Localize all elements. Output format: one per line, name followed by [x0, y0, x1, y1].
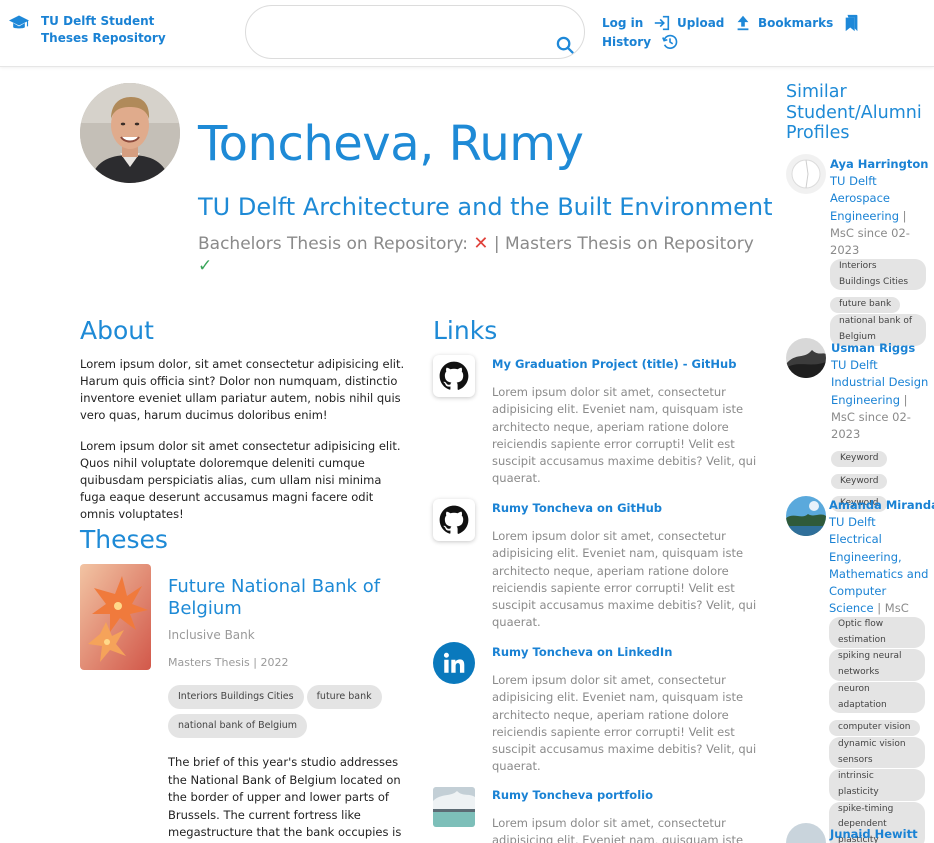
upload-icon [737, 15, 749, 31]
tag-chip[interactable]: Optic flow estimation [829, 617, 925, 649]
thesis-meta: Masters Thesis | 2022 [168, 656, 289, 669]
upload-link[interactable]: Upload [677, 14, 752, 32]
tag-chip[interactable]: future bank [306, 685, 382, 709]
login-link[interactable]: Log in [602, 14, 671, 32]
tag-chip[interactable]: Interiors Buildings Cities [830, 259, 926, 291]
similar-profile-dept[interactable]: TU Delft Aerospace Engineering [830, 174, 899, 223]
portfolio-thumbnail[interactable] [433, 787, 475, 827]
similar-profile-name[interactable]: Junaid Hewitt [830, 827, 918, 841]
brand-title: TU Delft Student Theses Repository [41, 14, 166, 45]
about-paragraph-2: Lorem ipsum dolor sit amet consectetur a… [80, 439, 401, 521]
similar-profile-name[interactable]: Usman Riggs [831, 341, 915, 355]
linkedin-icon[interactable] [433, 642, 475, 684]
tag-chip[interactable]: Keyword [831, 451, 888, 467]
history-label: History [602, 35, 652, 49]
similar-avatar[interactable] [786, 823, 826, 843]
similar-profile-info: TU Delft Industrial Design Engineering |… [831, 357, 931, 443]
search-box[interactable] [245, 5, 585, 59]
tag-chip[interactable]: computer vision [829, 720, 920, 736]
tag-chip[interactable]: Interiors Buildings Cities [168, 685, 304, 709]
status-separator: | [493, 234, 500, 254]
cross-icon: ✕ [473, 233, 489, 254]
thesis-subtitle: Inclusive Bank [168, 628, 255, 642]
similar-profile-tags: Interiors Buildings Cities future bank n… [830, 259, 926, 347]
similar-profile-name[interactable]: Aya Harrington [830, 157, 928, 171]
similar-profile-dept[interactable]: TU Delft Industrial Design Engineering [831, 358, 928, 407]
login-label: Log in [602, 16, 644, 30]
bookmark-icon [845, 14, 858, 32]
similar-avatar[interactable] [786, 496, 826, 536]
tag-chip[interactable]: Keyword [831, 473, 888, 490]
tag-chip[interactable]: spiking neural networks [829, 649, 925, 681]
bookmarks-link[interactable]: Bookmarks [758, 14, 861, 32]
similar-profiles-heading: Similar Student/Alumni Profiles [786, 82, 922, 143]
similar-avatar[interactable] [786, 154, 826, 194]
tag-chip[interactable]: neuron adaptation [829, 681, 925, 714]
upload-label: Upload [677, 16, 725, 30]
search-icon[interactable] [556, 36, 576, 56]
masters-thesis-label: Masters Thesis on Repository [505, 234, 754, 254]
history-link[interactable]: History [602, 33, 679, 51]
search-input[interactable] [264, 20, 544, 44]
link-title[interactable]: Rumy Toncheva on LinkedIn [492, 645, 672, 659]
links-heading: Links [433, 316, 498, 345]
bookmarks-label: Bookmarks [758, 16, 834, 30]
thesis-description: The brief of this year's studio addresse… [168, 755, 402, 843]
profile-avatar [80, 83, 180, 183]
github-icon[interactable] [433, 355, 475, 397]
thesis-tags: Interiors Buildings Cities future bank nat… [168, 684, 408, 742]
tag-chip[interactable]: dynamic vision sensors [829, 736, 925, 769]
link-description: Lorem ipsum dolor sit amet, consectetur … [492, 385, 757, 486]
github-icon[interactable] [433, 499, 475, 541]
similar-avatar[interactable] [786, 338, 826, 378]
link-title[interactable]: My Graduation Project (title) - GitHub [492, 357, 736, 371]
link-description: Lorem ipsum dolor sit amet, consectetur … [492, 673, 757, 774]
thesis-cover-image[interactable] [80, 564, 151, 670]
link-title[interactable]: Rumy Toncheva portfolio [492, 788, 653, 802]
similar-profile-name[interactable]: Amanda Miranda [829, 498, 934, 512]
similar-profile-info: TU Delft Aerospace Engineering | MsC sin… [830, 173, 930, 259]
about-paragraph-1: Lorem ipsum dolor, sit amet consectetur … [80, 357, 405, 422]
check-icon: ✓ [198, 256, 213, 276]
link-title[interactable]: Rumy Toncheva on GitHub [492, 501, 662, 515]
history-icon [662, 34, 678, 49]
link-description: Lorem ipsum dolor sit amet, consectetur … [492, 529, 757, 630]
thesis-status-line: Bachelors Thesis on Repository: ✕ | Mast… [198, 233, 768, 277]
tag-chip[interactable]: future bank [830, 297, 901, 314]
bachelors-thesis-label: Bachelors Thesis on Repository: [198, 234, 468, 254]
link-description: Lorem ipsum dolor sit amet, consectetur … [492, 816, 744, 843]
brand-link[interactable]: TU Delft Student Theses Repository [9, 13, 191, 47]
tag-chip[interactable]: national bank of Belgium [168, 714, 308, 738]
similar-profile-tags: Optic flow estimation spiking neural net… [829, 617, 925, 843]
tag-chip[interactable]: intrinsic plasticity [829, 769, 925, 801]
about-heading: About [80, 316, 154, 345]
graduation-cap-icon [9, 14, 29, 32]
profile-name: Toncheva, Rumy [198, 116, 584, 172]
profile-faculty[interactable]: TU Delft Architecture and the Built Envi… [198, 193, 773, 221]
theses-heading: Theses [80, 525, 168, 554]
login-icon [655, 15, 670, 31]
thesis-title[interactable]: Future National Bank of Belgium [168, 576, 408, 620]
top-navbar: TU Delft Student Theses Repository Log i… [0, 0, 934, 67]
